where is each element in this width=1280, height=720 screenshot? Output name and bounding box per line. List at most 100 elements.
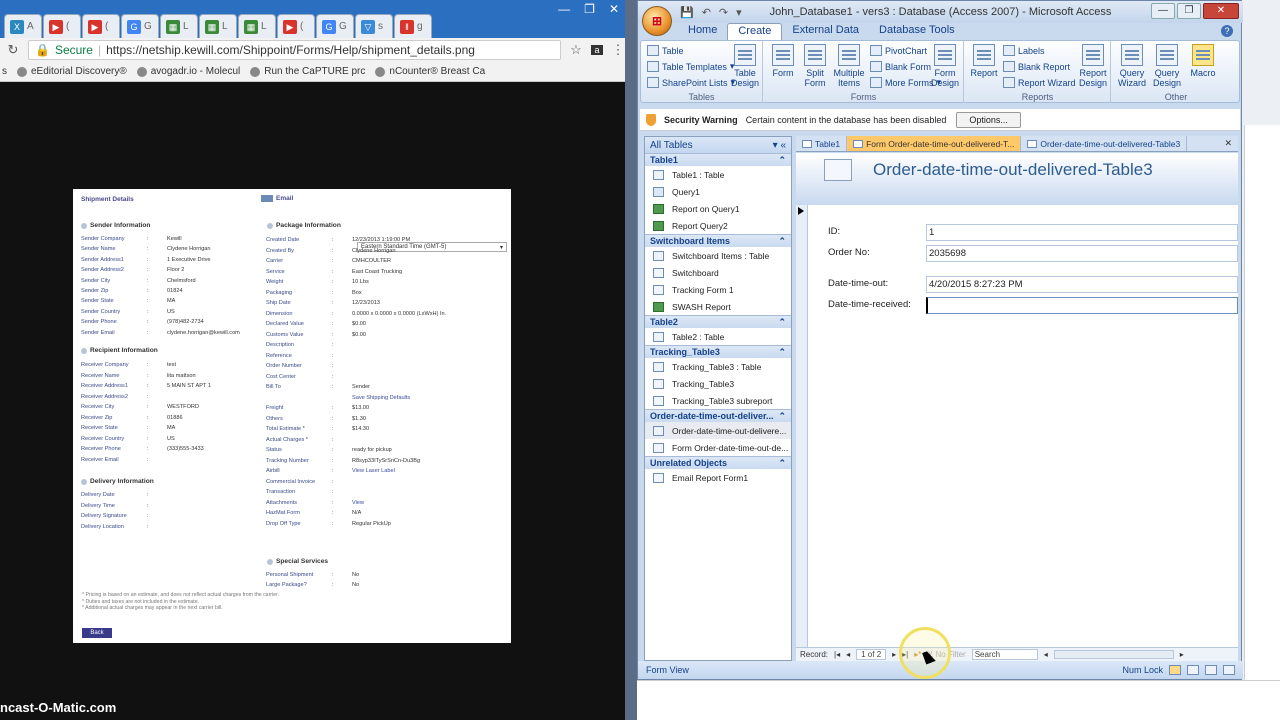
nav-item[interactable]: Report on Query1 bbox=[645, 200, 791, 217]
undo-icon[interactable]: ↶ bbox=[702, 6, 711, 19]
save-icon[interactable]: 💾 bbox=[680, 6, 694, 19]
bookmark-fragment[interactable]: s bbox=[2, 66, 7, 77]
table-design-button[interactable]: Table Design bbox=[731, 44, 759, 88]
browser-tab[interactable]: GG bbox=[121, 14, 159, 38]
detail-link[interactable]: View Laser Label bbox=[352, 468, 395, 474]
nav-item[interactable]: Email Report Form1 bbox=[645, 469, 791, 486]
split-form-button[interactable]: Split Form bbox=[800, 44, 830, 88]
nav-item[interactable]: Tracking_Table3 : Table bbox=[645, 358, 791, 375]
multiple-items-button[interactable]: Multiple Items bbox=[832, 44, 866, 88]
redo-icon[interactable]: ↷ bbox=[719, 6, 728, 19]
nav-group-header[interactable]: Switchboard Items ⌃ bbox=[645, 234, 791, 247]
next-record-icon[interactable]: ▸ bbox=[892, 650, 896, 659]
scroll-left-icon[interactable]: ◂ bbox=[1044, 650, 1048, 659]
document-tab[interactable]: Form Order-date-time-out-delivered-T... bbox=[847, 136, 1022, 151]
nav-group-header[interactable]: Table1 ⌃ bbox=[645, 153, 791, 166]
report-design-button[interactable]: Report Design bbox=[1077, 44, 1109, 88]
nav-item[interactable]: Tracking Form 1 bbox=[645, 281, 791, 298]
nav-item[interactable]: Query1 bbox=[645, 183, 791, 200]
star-icon[interactable]: ☆ bbox=[569, 42, 583, 58]
detail-link[interactable]: View bbox=[352, 500, 364, 506]
close-icon[interactable]: ✕ bbox=[1224, 138, 1232, 149]
previous-record-icon[interactable]: ◂ bbox=[846, 650, 850, 659]
options-button[interactable]: Options... bbox=[956, 111, 1021, 128]
report-wizard-button[interactable]: Report Wizard bbox=[1003, 77, 1076, 88]
document-tab[interactable]: Table1 bbox=[796, 136, 848, 151]
nav-item[interactable]: Form Order-date-time-out-de... bbox=[645, 439, 791, 456]
nav-group-header[interactable]: Unrelated Objects ⌃ bbox=[645, 456, 791, 469]
document-tab[interactable]: Order-date-time-out-delivered-Table3 bbox=[1021, 136, 1188, 151]
record-selector[interactable] bbox=[796, 205, 808, 647]
field-input[interactable]: 4/20/2015 8:27:23 PM bbox=[926, 276, 1238, 293]
form-view-icon[interactable] bbox=[1169, 665, 1181, 675]
office-button[interactable]: ⊞ bbox=[642, 6, 672, 36]
layout-view-icon[interactable] bbox=[1205, 665, 1217, 675]
field-input[interactable] bbox=[926, 297, 1238, 314]
current-record-input[interactable]: 1 of 2 bbox=[856, 649, 887, 660]
nav-item[interactable]: Tracking_Table3 bbox=[645, 375, 791, 392]
nav-item[interactable]: Order-date-time-out-delivere... bbox=[645, 422, 791, 439]
browser-tab[interactable]: ▶( bbox=[277, 14, 315, 38]
record-search-input[interactable]: Search bbox=[971, 649, 1038, 660]
minimize-icon[interactable]: — bbox=[1151, 3, 1175, 19]
nav-item[interactable]: Table1 : Table bbox=[645, 166, 791, 183]
horizontal-scrollbar[interactable] bbox=[1053, 650, 1174, 659]
menu-icon[interactable]: ⋮ bbox=[611, 42, 625, 58]
tab-create[interactable]: Create bbox=[727, 23, 783, 40]
back-button[interactable]: Back bbox=[82, 628, 112, 638]
maximize-icon[interactable]: ❐ bbox=[1177, 3, 1201, 19]
sharepoint-lists-button[interactable]: SharePoint Lists ▾ bbox=[647, 77, 735, 88]
minimize-icon[interactable]: — bbox=[558, 2, 570, 16]
browser-tab[interactable]: ▶( bbox=[82, 14, 120, 38]
email-link[interactable]: Email bbox=[261, 195, 293, 202]
extension-icon[interactable]: a bbox=[591, 45, 603, 55]
browser-tab[interactable]: ▦ L bbox=[199, 14, 237, 38]
reload-icon[interactable]: ↻ bbox=[6, 42, 20, 58]
address-bar[interactable]: 🔒 Secure | https://netship.kewill.com/Sh… bbox=[28, 40, 561, 60]
bookmark-item[interactable]: avogadr.io - Molecul bbox=[136, 66, 240, 77]
browser-tab[interactable]: ‖ g bbox=[394, 14, 432, 38]
close-icon[interactable]: ✕ bbox=[1203, 3, 1239, 19]
nav-group-header[interactable]: Table2 ⌃ bbox=[645, 315, 791, 328]
nav-item[interactable]: Table2 : Table bbox=[645, 328, 791, 345]
query-wizard-button[interactable]: Query Wizard bbox=[1116, 44, 1148, 88]
macro-button[interactable]: Macro bbox=[1188, 44, 1218, 78]
maximize-icon[interactable]: ❐ bbox=[584, 2, 595, 16]
report-button[interactable]: Report bbox=[969, 44, 999, 78]
form-design-button[interactable]: Form Design bbox=[930, 44, 960, 88]
blank-report-button[interactable]: Blank Report bbox=[1003, 61, 1070, 72]
bookmark-item[interactable]: Run the CaPTURE prc bbox=[250, 66, 365, 77]
table-button[interactable]: Table bbox=[647, 45, 684, 56]
field-input[interactable]: 2035698 bbox=[926, 245, 1238, 262]
pivotchart-button[interactable]: PivotChart bbox=[870, 45, 927, 56]
design-view-icon[interactable] bbox=[1223, 665, 1235, 675]
nav-item[interactable]: SWASH Report bbox=[645, 298, 791, 315]
table-templates-button[interactable]: Table Templates ▾ bbox=[647, 61, 734, 72]
nav-item[interactable]: Switchboard Items : Table bbox=[645, 247, 791, 264]
detail-link[interactable]: Save Shipping Defaults bbox=[352, 395, 410, 401]
browser-tab[interactable]: GG bbox=[316, 14, 354, 38]
datasheet-view-icon[interactable] bbox=[1187, 665, 1199, 675]
field-input[interactable]: 1 bbox=[926, 224, 1238, 241]
customize-icon[interactable]: ▾ bbox=[736, 6, 742, 19]
scroll-right-icon[interactable]: ▸ bbox=[1180, 650, 1184, 659]
browser-tab[interactable]: ▽ s bbox=[355, 14, 393, 38]
nav-item[interactable]: Report Query2 bbox=[645, 217, 791, 234]
nav-header[interactable]: All Tables ▾ « bbox=[645, 137, 791, 153]
bookmark-item[interactable]: nCounter® Breast Ca bbox=[375, 66, 485, 77]
nav-item[interactable]: Switchboard bbox=[645, 264, 791, 281]
blank-form-button[interactable]: Blank Form bbox=[870, 61, 931, 72]
form-button[interactable]: Form bbox=[768, 44, 798, 78]
tab-database-tools[interactable]: Database Tools bbox=[869, 23, 965, 40]
nav-group-header[interactable]: Tracking_Table3 ⌃ bbox=[645, 345, 791, 358]
browser-tab[interactable]: ▶( bbox=[43, 14, 81, 38]
close-icon[interactable]: ✕ bbox=[609, 2, 619, 16]
browser-tab[interactable]: ▦ L bbox=[238, 14, 276, 38]
nav-item[interactable]: Tracking_Table3 subreport bbox=[645, 392, 791, 409]
tab-external-data[interactable]: External Data bbox=[782, 23, 869, 40]
help-icon[interactable]: ? bbox=[1221, 25, 1233, 37]
tab-home[interactable]: Home bbox=[678, 23, 727, 40]
query-design-button[interactable]: Query Design bbox=[1150, 44, 1184, 88]
browser-tab[interactable]: XA bbox=[4, 14, 42, 38]
nav-group-header[interactable]: Order-date-time-out-deliver... ⌃ bbox=[645, 409, 791, 422]
